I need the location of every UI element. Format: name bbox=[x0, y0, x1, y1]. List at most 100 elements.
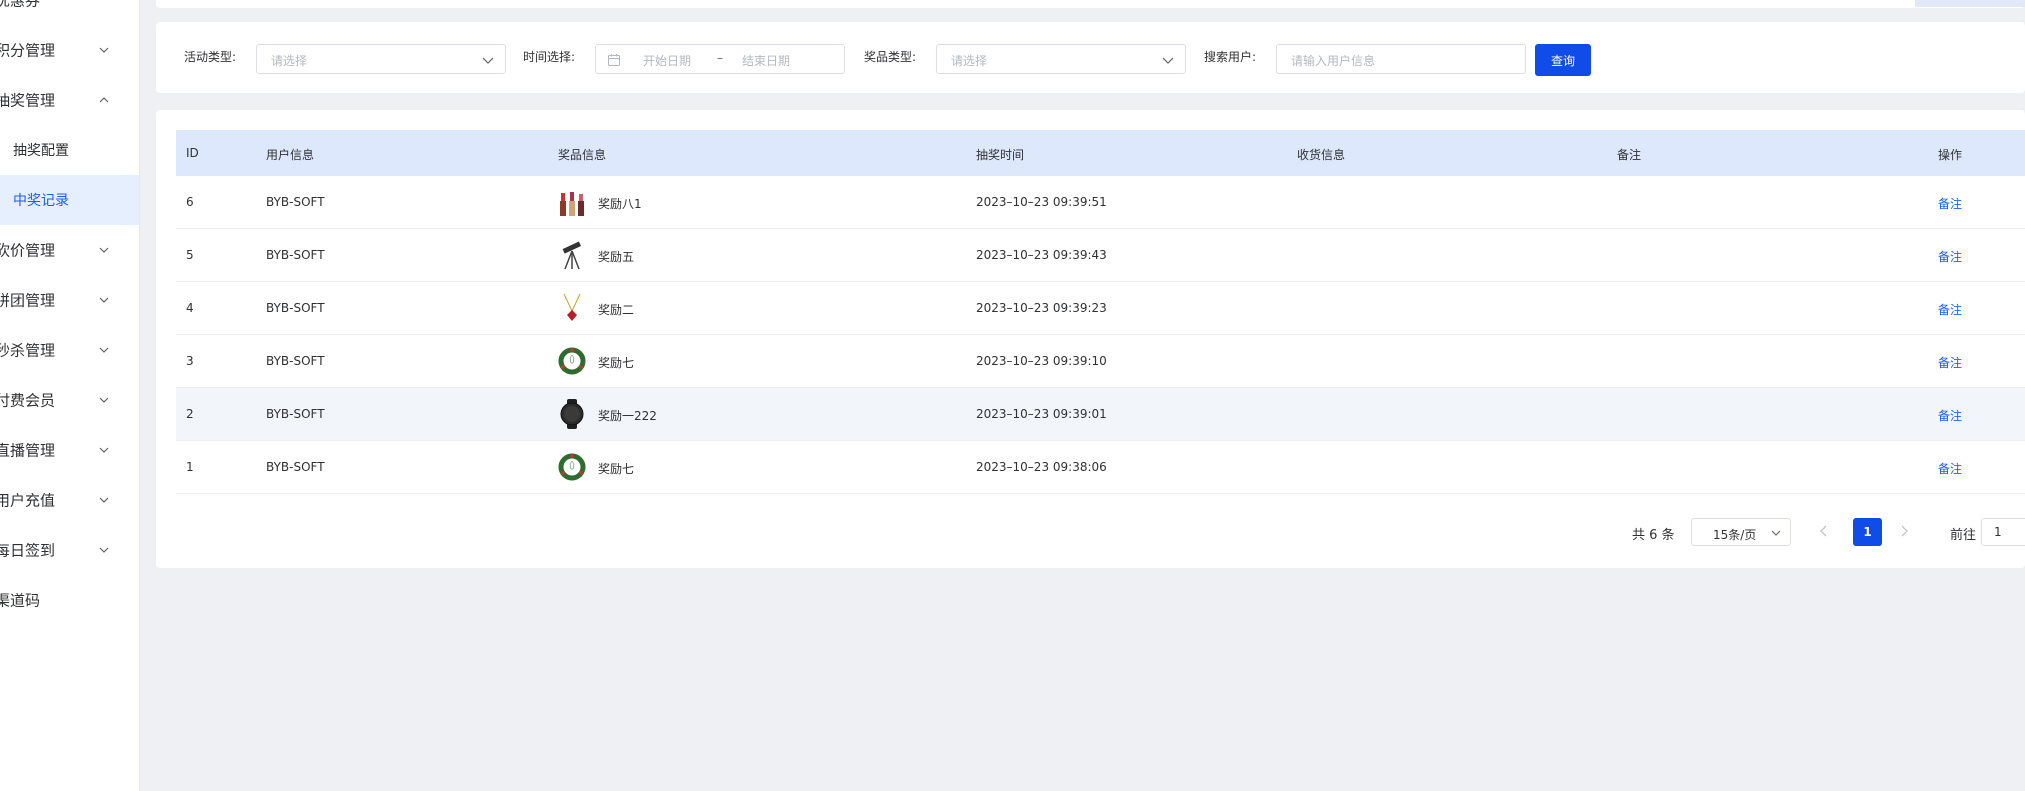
sidebar-item-label: 用户充值 bbox=[0, 491, 56, 510]
sidebar-item-lottery-config[interactable]: 抽奖配置 bbox=[0, 125, 139, 175]
chevron-right-icon[interactable] bbox=[1896, 523, 1912, 539]
sidebar-item-label: 拼团管理 bbox=[0, 291, 56, 310]
sidebar-item-label: 渠道码 bbox=[0, 591, 41, 610]
remark-button[interactable]: 备注 bbox=[1938, 354, 1962, 371]
sidebar-item-label: 抽奖管理 bbox=[0, 91, 56, 110]
end-date-placeholder: 结束日期 bbox=[742, 54, 791, 68]
calendar-icon bbox=[608, 54, 620, 66]
row-prize-name: 奖励七 bbox=[598, 356, 635, 370]
goto-label: 前往 bbox=[1950, 528, 1977, 543]
necklace-icon bbox=[563, 293, 581, 321]
row-time: 2023–10–23 09:39:10 bbox=[976, 354, 1107, 368]
prize-type-select[interactable]: 请选择 bbox=[936, 44, 1186, 74]
sidebar-item-checkin[interactable]: 每日签到 bbox=[0, 525, 139, 575]
chevron-down-icon bbox=[99, 497, 109, 503]
row-prize-name: 奖励五 bbox=[598, 250, 635, 264]
sidebar-item-label: 优惠券 bbox=[0, 0, 41, 10]
sidebar-item-lottery[interactable]: 抽奖管理 bbox=[0, 75, 139, 125]
row-user: BYB-SOFT bbox=[266, 354, 325, 368]
time-label: 时间选择: bbox=[523, 50, 576, 64]
table-row: 4 BYB-SOFT 奖励二 2023–10–23 09:39:23 备注 bbox=[176, 282, 2025, 335]
row-time: 2023–10–23 09:38:06 bbox=[976, 460, 1107, 474]
sidebar-item-label: 直播管理 bbox=[0, 441, 56, 460]
wreath-icon bbox=[558, 347, 586, 375]
sidebar-item-points[interactable]: 积分管理 bbox=[0, 25, 139, 75]
row-prize-name: 奖励八1 bbox=[598, 197, 642, 211]
sidebar-item-live[interactable]: 直播管理 bbox=[0, 425, 139, 475]
table-row: 3 BYB-SOFT 奖励七 2023–10–23 09:39:10 备注 bbox=[176, 335, 2025, 388]
row-user: BYB-SOFT bbox=[266, 460, 325, 474]
row-user: BYB-SOFT bbox=[266, 407, 325, 421]
activity-type-select[interactable]: 请选择 bbox=[256, 44, 506, 74]
column-header-user: 用户信息 bbox=[266, 148, 315, 162]
search-button[interactable]: 查询 bbox=[1535, 44, 1591, 76]
sidebar-item-bargain[interactable]: 砍价管理 bbox=[0, 225, 139, 275]
remark-button[interactable]: 备注 bbox=[1938, 195, 1962, 212]
sidebar-item-channel-code[interactable]: 渠道码 bbox=[0, 575, 139, 625]
top-bar bbox=[156, 0, 2025, 8]
chevron-down-icon bbox=[99, 547, 109, 553]
sidebar: 优惠券 积分管理 抽奖管理 抽奖配置 中奖记录 砍价管理 拼团管理 秒杀管理 付… bbox=[0, 0, 140, 791]
lipstick-icon bbox=[560, 192, 584, 216]
row-prize-name: 奖励一222 bbox=[598, 409, 657, 423]
row-id: 6 bbox=[186, 195, 194, 209]
sidebar-item-label: 付费会员 bbox=[0, 391, 56, 410]
row-id: 1 bbox=[186, 460, 194, 474]
row-id: 4 bbox=[186, 301, 194, 315]
remark-button[interactable]: 备注 bbox=[1938, 460, 1962, 477]
top-bar-tab[interactable] bbox=[1915, 0, 2025, 7]
row-id: 5 bbox=[186, 248, 194, 262]
prize-type-label: 奖品类型: bbox=[864, 50, 917, 64]
remark-button[interactable]: 备注 bbox=[1938, 301, 1962, 318]
row-time: 2023–10–23 09:39:01 bbox=[976, 407, 1107, 421]
sidebar-item-paid-member[interactable]: 付费会员 bbox=[0, 375, 139, 425]
remark-button[interactable]: 备注 bbox=[1938, 407, 1962, 424]
wreath-icon bbox=[558, 453, 586, 481]
chevron-down-icon bbox=[99, 347, 109, 353]
filter-panel: 活动类型: 请选择 时间选择: 开始日期 – 结束日期 奖品类型: 请选择 搜索… bbox=[156, 22, 2025, 93]
search-user-placeholder: 请输入用户信息 bbox=[1291, 54, 1376, 68]
records-table-card: ID 用户信息 奖品信息 抽奖时间 收货信息 备注 操作 6 BYB-SOFT … bbox=[156, 110, 2025, 568]
table-header: ID 用户信息 奖品信息 抽奖时间 收货信息 备注 操作 bbox=[176, 130, 2025, 176]
search-user-input[interactable]: 请输入用户信息 bbox=[1276, 44, 1526, 74]
row-time: 2023–10–23 09:39:51 bbox=[976, 195, 1107, 209]
activity-type-label: 活动类型: bbox=[184, 50, 237, 64]
row-user: BYB-SOFT bbox=[266, 301, 325, 315]
start-date-placeholder: 开始日期 bbox=[643, 54, 692, 68]
row-id: 3 bbox=[186, 354, 194, 368]
chevron-down-icon bbox=[1771, 530, 1781, 536]
sidebar-item-label: 抽奖配置 bbox=[13, 143, 69, 159]
date-range-picker[interactable]: 开始日期 – 结束日期 bbox=[595, 44, 845, 74]
pagination-total: 共 6 条 bbox=[1632, 528, 1675, 543]
page-number-current[interactable]: 1 bbox=[1853, 518, 1882, 546]
table-row: 6 BYB-SOFT 奖励八1 2023–10–23 09:39:51 备注 bbox=[176, 176, 2025, 229]
telescope-icon bbox=[562, 241, 582, 270]
sidebar-item-coupons[interactable]: 优惠券 bbox=[0, 0, 139, 25]
sidebar-item-winning-records[interactable]: 中奖记录 bbox=[0, 175, 139, 225]
page-size-value: 15条/页 bbox=[1713, 528, 1757, 542]
column-header-id: ID bbox=[186, 146, 199, 160]
sidebar-item-label: 每日签到 bbox=[0, 541, 56, 560]
activity-type-placeholder: 请选择 bbox=[271, 54, 308, 68]
goto-page-input[interactable] bbox=[1981, 518, 2025, 546]
sidebar-item-flash-sale[interactable]: 秒杀管理 bbox=[0, 325, 139, 375]
sidebar-item-label: 积分管理 bbox=[0, 41, 56, 60]
column-header-remark: 备注 bbox=[1617, 148, 1642, 162]
sidebar-item-group-buy[interactable]: 拼团管理 bbox=[0, 275, 139, 325]
table-row: 2 BYB-SOFT 奖励一222 2023–10–23 09:39:01 备注 bbox=[176, 388, 2025, 441]
column-header-prize: 奖品信息 bbox=[558, 148, 607, 162]
chevron-down-icon bbox=[482, 57, 494, 64]
sidebar-item-label: 砍价管理 bbox=[0, 241, 56, 260]
sidebar-item-label: 中奖记录 bbox=[13, 193, 69, 209]
search-user-label: 搜索用户: bbox=[1204, 50, 1257, 64]
row-prize-name: 奖励二 bbox=[598, 303, 635, 317]
chevron-down-icon bbox=[99, 397, 109, 403]
page-size-select[interactable]: 15条/页 bbox=[1691, 518, 1791, 546]
sidebar-item-recharge[interactable]: 用户充值 bbox=[0, 475, 139, 525]
chevron-left-icon[interactable] bbox=[1816, 523, 1832, 539]
chevron-down-icon bbox=[99, 247, 109, 253]
remark-button[interactable]: 备注 bbox=[1938, 248, 1962, 265]
smartwatch-icon bbox=[560, 399, 584, 429]
column-header-action: 操作 bbox=[1938, 148, 1963, 162]
row-time: 2023–10–23 09:39:43 bbox=[976, 248, 1107, 262]
